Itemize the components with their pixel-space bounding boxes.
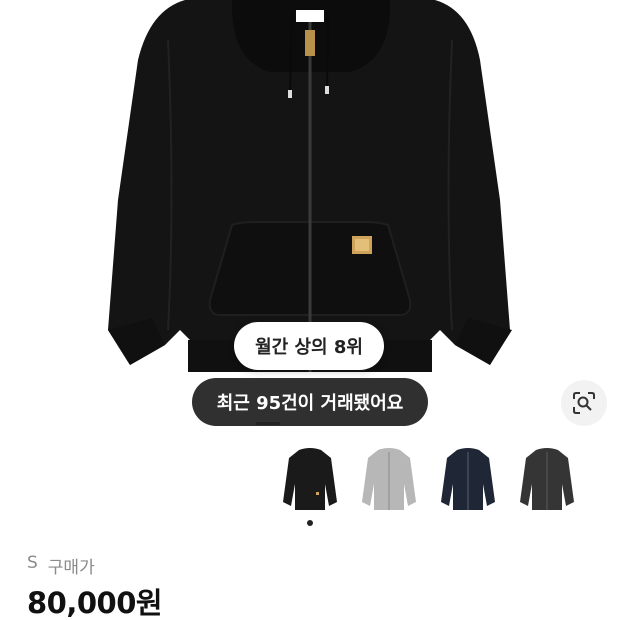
purchase-price-label: 구매가 — [47, 558, 95, 578]
black-hoodie-thumbnail — [283, 448, 337, 510]
color-option-black[interactable] — [275, 444, 345, 514]
image-search-icon — [573, 392, 595, 414]
hoodie-image — [108, 0, 512, 372]
color-option-navy[interactable] — [433, 444, 503, 514]
navy-hoodie-thumbnail — [441, 448, 495, 510]
size-label: S — [27, 553, 38, 573]
color-option-grey[interactable] — [354, 444, 424, 514]
selected-color-indicator — [307, 520, 313, 526]
grey-hoodie-thumbnail — [362, 448, 416, 510]
size-price-label: S 구매가 — [27, 553, 95, 578]
trade-count-badge: 최근 95건이 거래됐어요 — [192, 378, 428, 426]
purchase-price: 80,000원 — [27, 586, 163, 620]
rank-badge: 월간 상의 8위 — [234, 322, 384, 370]
color-option-charcoal[interactable] — [512, 444, 582, 514]
charcoal-hoodie-thumbnail — [520, 448, 574, 510]
image-search-button[interactable] — [561, 380, 607, 426]
product-image[interactable] — [0, 0, 620, 440]
image-carousel-indicator — [256, 422, 280, 425]
